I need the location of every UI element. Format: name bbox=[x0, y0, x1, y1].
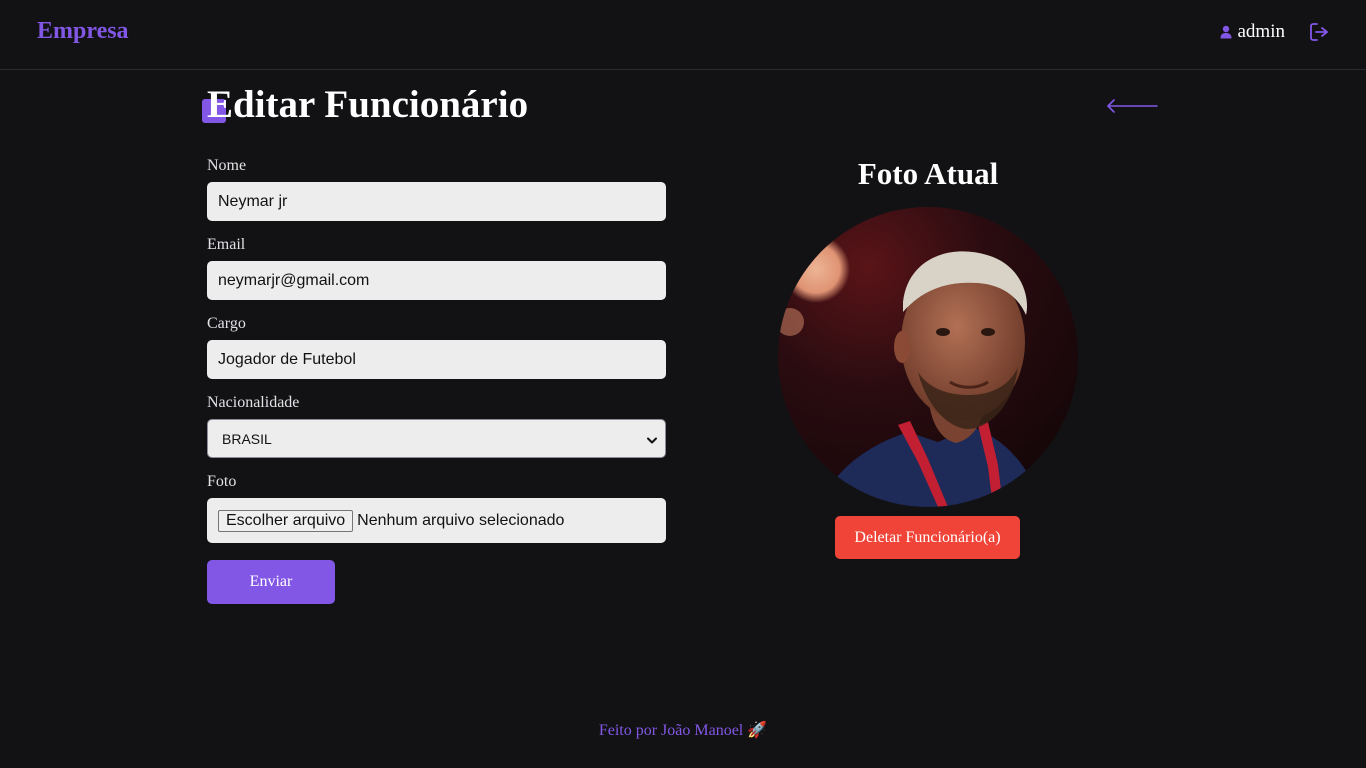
brand-logo[interactable]: Empresa bbox=[37, 18, 129, 45]
nacionalidade-value: BRASIL bbox=[222, 430, 272, 447]
delete-employee-button[interactable]: Deletar Funcionário(a) bbox=[835, 516, 1020, 559]
arrow-left-icon[interactable] bbox=[1106, 96, 1158, 120]
email-value: neymarjr@gmail.com bbox=[218, 271, 370, 289]
edit-employee-form: Nome Neymar jr Email neymarjr@gmail.com … bbox=[207, 156, 666, 543]
file-status: Nenhum arquivo selecionado bbox=[357, 511, 565, 529]
nome-input[interactable]: Neymar jr bbox=[207, 182, 666, 221]
footer-credit: Feito por João Manoel 🚀 bbox=[598, 722, 768, 739]
email-label: Email bbox=[207, 236, 246, 253]
nome-value: Neymar jr bbox=[218, 192, 288, 210]
nacionalidade-select[interactable]: BRASIL bbox=[207, 419, 666, 458]
nome-label: Nome bbox=[207, 157, 247, 174]
user-icon bbox=[1220, 25, 1232, 39]
email-input[interactable]: neymarjr@gmail.com bbox=[207, 261, 666, 300]
employee-photo bbox=[778, 207, 1078, 507]
nacionalidade-label: Nacionalidade bbox=[207, 394, 300, 411]
user-menu[interactable]: admin bbox=[1220, 21, 1286, 43]
logout-icon[interactable] bbox=[1309, 22, 1329, 46]
photo-title: Foto Atual bbox=[857, 156, 999, 191]
cargo-value: Jogador de Futebol bbox=[218, 350, 356, 368]
top-bar: Empresa admin bbox=[0, 0, 1366, 70]
page-title: Editar Funcionário bbox=[207, 83, 529, 126]
cargo-input[interactable]: Jogador de Futebol bbox=[207, 340, 666, 379]
chevron-down-icon bbox=[647, 431, 657, 447]
cargo-label: Cargo bbox=[207, 315, 246, 332]
foto-file-input[interactable]: Escolher arquivo Nenhum arquivo selecion… bbox=[207, 498, 666, 543]
username: admin bbox=[1237, 21, 1286, 42]
choose-file-button[interactable]: Escolher arquivo bbox=[218, 509, 354, 532]
foto-label: Foto bbox=[207, 473, 237, 490]
submit-button[interactable]: Enviar bbox=[207, 560, 335, 604]
